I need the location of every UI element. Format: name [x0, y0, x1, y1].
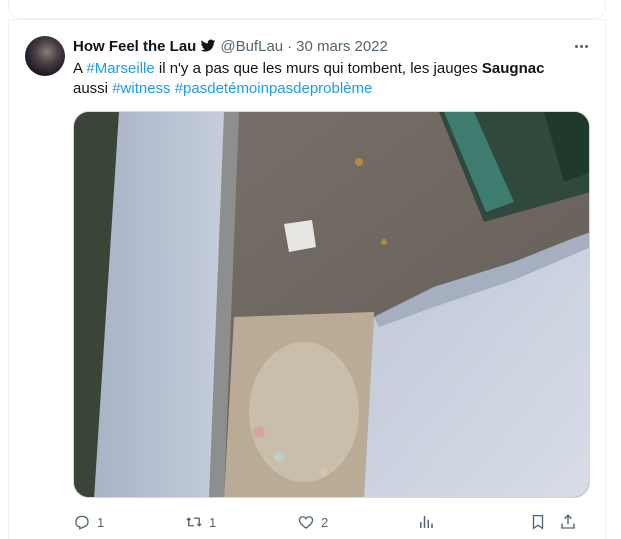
share-button[interactable] — [559, 513, 589, 531]
hashtag-pasdetemoin[interactable]: #pasdetémoinpasdeproblème — [175, 80, 373, 97]
bookmark-icon — [532, 514, 544, 530]
separator-dot: · — [287, 37, 293, 55]
views-icon — [420, 516, 433, 528]
text-part: A — [73, 60, 87, 77]
user-handle[interactable]: @BufLau — [220, 38, 283, 55]
hashtag-witness[interactable]: #witness — [112, 80, 170, 97]
like-count: 2 — [321, 514, 329, 530]
retweet-icon — [186, 517, 202, 527]
avatar[interactable] — [25, 36, 65, 76]
reply-icon — [75, 515, 89, 530]
views-button[interactable] — [417, 513, 529, 531]
more-icon[interactable] — [571, 38, 591, 54]
tweet-date[interactable]: 30 mars 2022 — [296, 38, 388, 55]
reply-button[interactable]: 1 — [73, 513, 185, 531]
text-part: il n'y a pas que les murs qui tombent, l… — [154, 60, 482, 77]
share-icon — [561, 514, 575, 529]
action-bar: 1 1 2 — [73, 510, 590, 534]
twitter-bird-icon — [200, 38, 216, 54]
retweet-button[interactable]: 1 — [185, 513, 297, 531]
like-button[interactable]: 2 — [297, 513, 417, 531]
bold-word: Saugnac — [481, 60, 545, 77]
text-part: aussi — [73, 80, 113, 97]
tweet-card[interactable]: How Feel the Lau @BufLau · 30 mars 2022 … — [8, 19, 606, 539]
tweet-text: A #Marseille il n'y a pas que les murs q… — [73, 59, 583, 99]
reply-count: 1 — [97, 514, 105, 530]
hashtag-marseille[interactable]: #Marseille — [86, 60, 154, 77]
previous-tweet-card — [8, 0, 606, 19]
display-name[interactable]: How Feel the Lau — [73, 38, 196, 55]
bookmark-button[interactable] — [529, 513, 559, 531]
heart-icon — [298, 516, 314, 529]
tweet-photo[interactable] — [73, 111, 590, 498]
retweet-count: 1 — [209, 514, 217, 530]
tweet-header: How Feel the Lau @BufLau · 30 mars 2022 — [73, 36, 388, 56]
